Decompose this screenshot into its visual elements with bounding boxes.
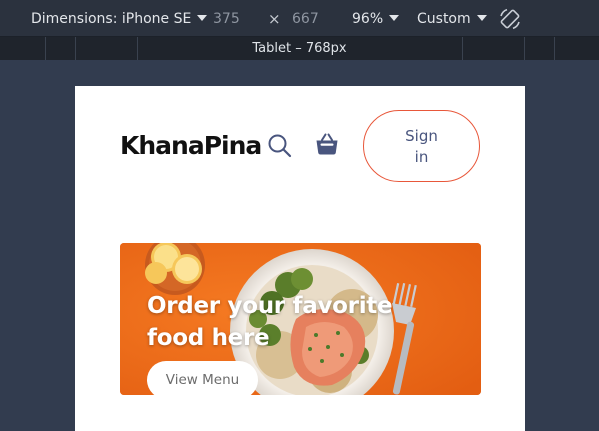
chevron-down-icon — [389, 15, 400, 21]
hero-banner: Order your favorite food here View Menu — [120, 243, 481, 395]
height-input[interactable]: 667 — [292, 10, 319, 28]
device-viewport: KhanaPina Sign in Order your favorite fo… — [75, 86, 525, 431]
dimensions-dropdown[interactable]: Dimensions: iPhone SE — [31, 10, 208, 28]
width-input[interactable]: 375 — [213, 10, 240, 28]
media-query-bar: Tablet – 768px — [0, 37, 599, 60]
zoom-label: 96% — [352, 11, 384, 27]
zoom-dropdown[interactable]: 96% — [352, 10, 400, 28]
devtools-toolbar: Dimensions: iPhone SE 375 × 667 96% Cust… — [0, 0, 599, 37]
site-logo[interactable]: KhanaPina — [120, 130, 262, 162]
throttle-label: Custom — [417, 11, 471, 27]
sign-in-button[interactable]: Sign in — [363, 110, 480, 182]
sign-in-label-line1: Sign — [405, 127, 438, 145]
sign-in-label-line2: in — [414, 148, 429, 166]
view-menu-button[interactable]: View Menu — [147, 361, 258, 395]
throttle-dropdown[interactable]: Custom — [417, 10, 487, 28]
times-icon: × — [268, 10, 281, 28]
media-query-label[interactable]: Tablet – 768px — [0, 40, 599, 57]
hero-title: Order your favorite food here — [147, 293, 393, 351]
basket-icon[interactable] — [314, 131, 340, 157]
dimensions-label: Dimensions: iPhone SE — [31, 11, 192, 27]
chevron-down-icon — [476, 15, 487, 21]
chevron-down-icon — [197, 15, 208, 21]
search-icon[interactable] — [267, 133, 293, 159]
rotate-icon[interactable] — [498, 7, 522, 31]
